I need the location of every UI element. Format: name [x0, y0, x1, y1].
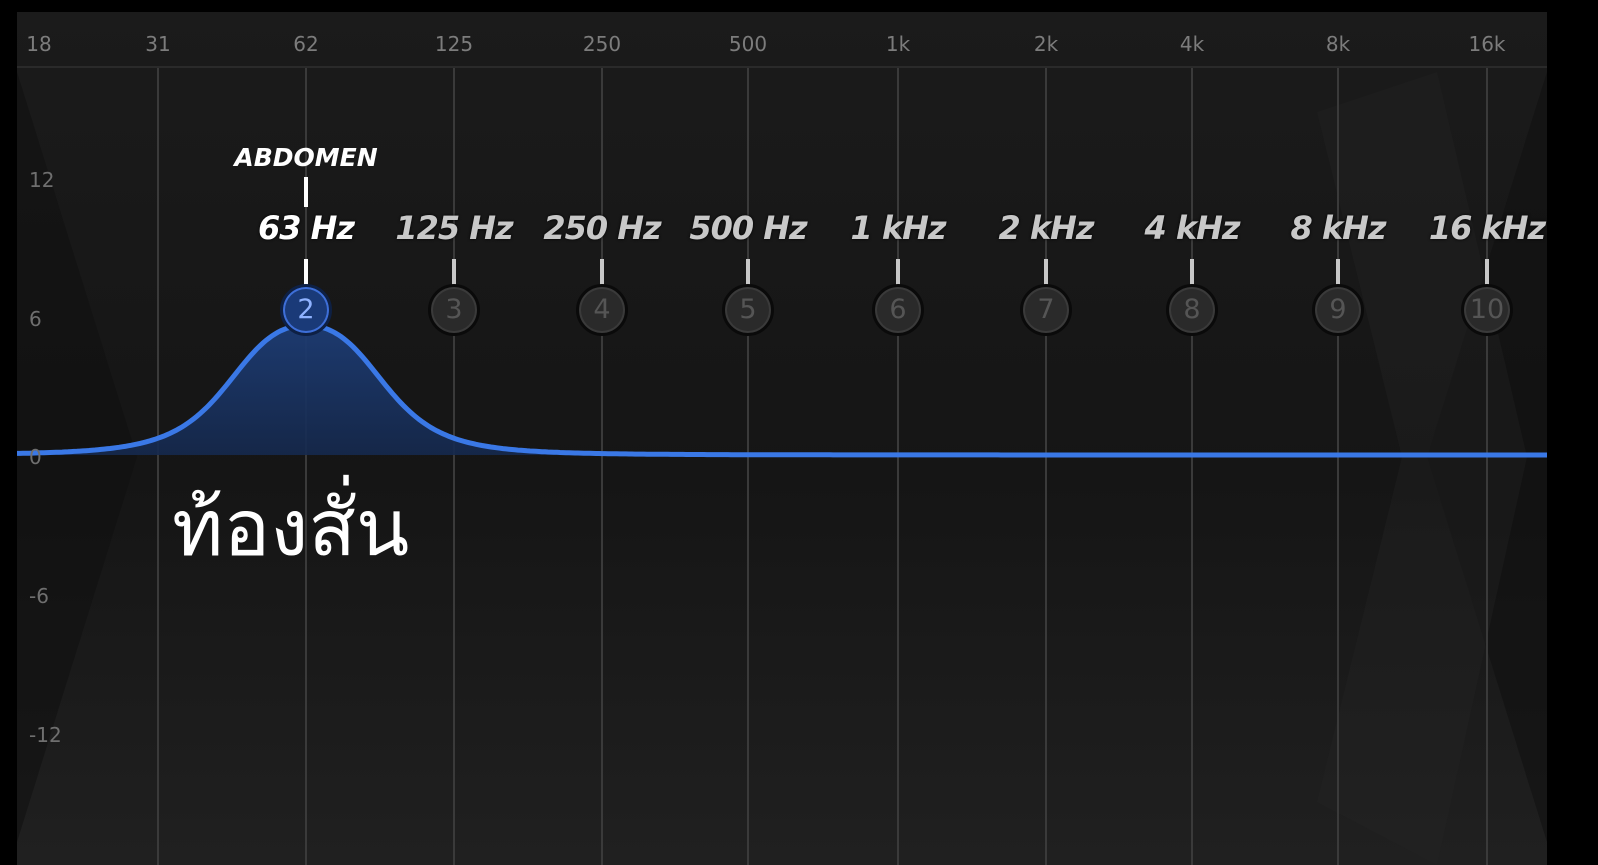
frequency-tick-label: 18 — [26, 32, 52, 56]
eq-curve-fill — [17, 325, 1547, 455]
band-frequency-label: 16 kHz — [1428, 209, 1546, 247]
band-handle-9[interactable]: 9 — [1312, 284, 1364, 336]
frequency-tick-label: 8k — [1325, 32, 1351, 56]
frequency-tick-label: 16k — [1468, 32, 1506, 56]
frequency-tick-label: 1k — [885, 32, 911, 56]
gain-tick-label: 12 — [29, 168, 55, 192]
frequency-tick-label: 500 — [728, 32, 768, 56]
body-part-label: ABDOMEN — [234, 143, 378, 172]
background-shape — [1317, 72, 1527, 865]
equalizer-panel: 18 31 62 125 250 500 1k 2k 4k 8k 16k 12 6 0 -6 -12 63 … — [17, 12, 1547, 865]
frequency-tick-label: 125 — [434, 32, 474, 56]
band-frequency-label: 250 Hz — [543, 209, 661, 247]
gain-tick-label: -12 — [29, 723, 62, 747]
band-frequency-label: 500 Hz — [689, 209, 807, 247]
body-part-stem — [304, 177, 308, 207]
band-handle-8[interactable]: 8 — [1166, 284, 1218, 336]
band-frequency-label: 125 Hz — [395, 209, 513, 247]
frequency-tick-label: 2k — [1033, 32, 1059, 56]
gain-tick-label: -6 — [29, 584, 49, 608]
band-handle-10[interactable]: 10 — [1461, 284, 1513, 336]
band-handle-2[interactable]: 2 — [280, 284, 332, 336]
frequency-tick-label: 4k — [1179, 32, 1205, 56]
frequency-tick-label: 31 — [145, 32, 171, 56]
band-frequency-label: 63 Hz — [257, 209, 355, 247]
band-handle-5[interactable]: 5 — [722, 284, 774, 336]
frequency-tick-label: 62 — [293, 32, 319, 56]
band-handle-7[interactable]: 7 — [1020, 284, 1072, 336]
band-frequency-label: 2 kHz — [998, 209, 1094, 247]
frequency-tick-label: 250 — [582, 32, 622, 56]
equalizer-graph — [17, 66, 1547, 865]
band-frequency-label: 4 kHz — [1144, 209, 1240, 247]
gain-tick-label: 0 — [29, 445, 42, 469]
band-handle-3[interactable]: 3 — [428, 284, 480, 336]
band-frequency-label: 8 kHz — [1290, 209, 1386, 247]
gain-tick-label: 6 — [29, 307, 42, 331]
band-handle-6[interactable]: 6 — [872, 284, 924, 336]
band-frequency-label: 1 kHz — [850, 209, 946, 247]
band-handle-4[interactable]: 4 — [576, 284, 628, 336]
subtitle-caption: ท้องสั่น — [172, 484, 410, 574]
